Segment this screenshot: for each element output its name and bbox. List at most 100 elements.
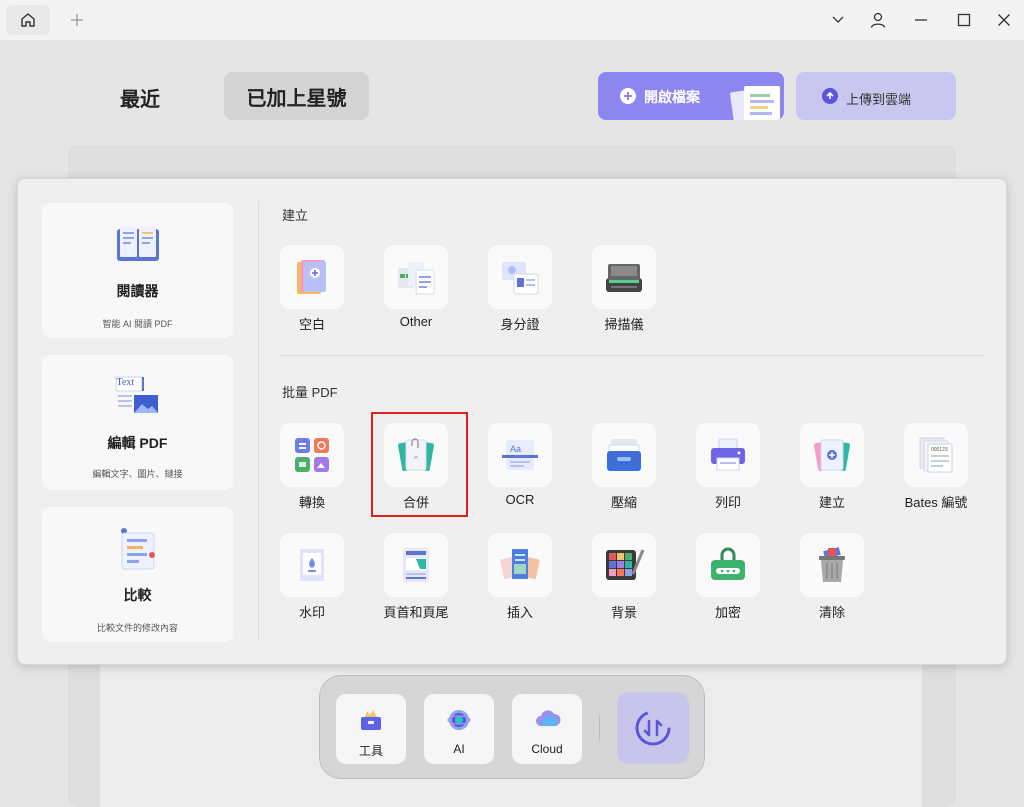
- batch-watermark-label: 水印: [298, 605, 325, 620]
- edit-pdf-card[interactable]: Text 編輯 PDF 編輯文字、圖片、鏈接: [42, 355, 233, 490]
- create-scanner-tool[interactable]: 掃描儀: [584, 245, 664, 335]
- create-scanner-label: 掃描儀: [604, 317, 644, 332]
- compare-card[interactable]: 比較 比較文件的修改內容: [42, 507, 233, 642]
- tool-box: [696, 533, 760, 597]
- multiple-documents-icon: [398, 262, 435, 295]
- create-other-label: Other: [399, 314, 433, 329]
- watermark-icon: [300, 549, 324, 581]
- svg-text:Aa: Aa: [510, 444, 521, 454]
- dock-ai-button[interactable]: AI: [424, 694, 494, 764]
- batch-convert-tool[interactable]: 轉換: [272, 423, 352, 513]
- home-tab[interactable]: [6, 5, 50, 35]
- trash-bin-icon: [819, 547, 845, 582]
- dock-divider: [599, 716, 600, 740]
- open-file-label: 開啟檔案: [644, 89, 700, 105]
- dock-ai-label: AI: [453, 742, 465, 756]
- reader-card-title: 閱讀器: [116, 283, 159, 299]
- tool-box: [488, 533, 552, 597]
- batch-ocr-tool[interactable]: Aa OCR: [480, 423, 560, 513]
- batch-header-footer-tool[interactable]: 頁首和頁尾: [376, 533, 456, 623]
- upload-icon: [822, 88, 838, 104]
- batch-ocr-label: OCR: [505, 492, 535, 507]
- maximize-icon: [957, 13, 971, 27]
- tab-starred[interactable]: 已加上星號: [224, 72, 369, 120]
- batch-background-tool[interactable]: 背景: [584, 533, 664, 623]
- upload-cloud-button[interactable]: 上傳到雲端: [796, 72, 956, 120]
- plus-icon: [71, 14, 83, 26]
- batch-convert-label: 轉換: [298, 495, 325, 510]
- insert-pages-icon: [500, 549, 540, 580]
- create-blank-tool[interactable]: 空白: [272, 245, 352, 335]
- maximize-button[interactable]: [951, 8, 977, 32]
- title-bar: [0, 0, 1024, 40]
- dock-tools-button[interactable]: 工具: [336, 694, 406, 764]
- batch-print-tool[interactable]: 列印: [688, 423, 768, 513]
- bottom-dock: 工具 AI Cloud: [319, 675, 705, 779]
- home-icon: [21, 13, 35, 27]
- close-button[interactable]: [991, 8, 1017, 32]
- dock-cloud-label: Cloud: [531, 742, 563, 756]
- create-blank-label: 空白: [298, 317, 325, 332]
- tab-recent[interactable]: 最近: [100, 76, 180, 118]
- horizontal-divider: [281, 355, 984, 356]
- reader-card-subtitle: 智能 AI 閱讀 PDF: [102, 319, 173, 329]
- tool-box: [800, 533, 864, 597]
- tools-popup: 閱讀器 智能 AI 閱讀 PDF Text 編輯 PDF 編輯文字、圖片、鏈接: [17, 178, 1007, 665]
- tool-box: [280, 533, 344, 597]
- batch-print-label: 列印: [714, 495, 741, 510]
- batch-encrypt-tool[interactable]: 加密: [688, 533, 768, 623]
- create-id-card-tool[interactable]: 身分證: [480, 245, 560, 335]
- dropdown-button[interactable]: [825, 8, 851, 32]
- vertical-divider: [258, 201, 259, 641]
- batch-create-tool[interactable]: 建立: [792, 423, 872, 513]
- toolbox-icon: [361, 710, 381, 730]
- tool-box: [384, 245, 448, 309]
- batch-compress-tool[interactable]: 壓縮: [584, 423, 664, 513]
- header-footer-icon: [403, 548, 429, 582]
- batch-compress-label: 壓縮: [610, 495, 637, 510]
- blank-page-icon: [297, 260, 326, 294]
- tool-box: 000123: [904, 423, 968, 487]
- tool-box: [384, 533, 448, 597]
- account-button[interactable]: [865, 8, 891, 32]
- reader-card[interactable]: 閱讀器 智能 AI 閱讀 PDF: [42, 203, 233, 338]
- edit-text-icon: Text: [114, 375, 162, 419]
- batch-section-label: 批量 PDF: [282, 385, 338, 400]
- lock-icon: [711, 547, 745, 580]
- new-tab-button[interactable]: [66, 8, 88, 32]
- tool-box: [280, 245, 344, 309]
- tool-box: [280, 423, 344, 487]
- compress-icon: [607, 439, 641, 471]
- batch-insert-tool[interactable]: 插入: [480, 533, 560, 623]
- batch-header-footer-label: 頁首和頁尾: [383, 605, 449, 620]
- book-icon: [116, 226, 159, 261]
- minimize-button[interactable]: [908, 8, 934, 32]
- compare-document-icon: [120, 528, 155, 570]
- edit-pdf-card-subtitle: 編輯文字、圖片、鏈接: [92, 469, 183, 479]
- open-file-button[interactable]: 開啟檔案: [598, 72, 784, 120]
- background-palette-icon: [606, 549, 645, 580]
- upload-cloud-label: 上傳到雲端: [846, 92, 912, 107]
- tool-box: Aa: [488, 423, 552, 487]
- batch-clear-label: 清除: [818, 605, 845, 620]
- bates-number-icon: 000123: [919, 437, 953, 473]
- create-other-tool[interactable]: Other: [376, 245, 456, 335]
- close-icon: [998, 14, 1010, 26]
- dock-tools-label: 工具: [358, 744, 383, 758]
- dock-main-button[interactable]: [617, 692, 689, 764]
- compare-card-subtitle: 比較文件的修改內容: [96, 623, 178, 633]
- batch-encrypt-label: 加密: [714, 605, 741, 620]
- ai-assistant-icon: [447, 710, 471, 730]
- batch-background-label: 背景: [610, 605, 637, 620]
- plus-circle-icon: [620, 88, 636, 104]
- tool-box: [592, 245, 656, 309]
- edit-pdf-card-title: 編輯 PDF: [107, 435, 168, 451]
- batch-clear-tool[interactable]: 清除: [792, 533, 872, 623]
- cloud-icon: [536, 710, 561, 726]
- printer-icon: [711, 438, 745, 471]
- tool-box: [592, 533, 656, 597]
- batch-watermark-tool[interactable]: 水印: [272, 533, 352, 623]
- ocr-icon: Aa: [502, 440, 538, 470]
- batch-bates-tool[interactable]: 000123 Bates 編號: [896, 423, 976, 513]
- dock-cloud-button[interactable]: Cloud: [512, 694, 582, 764]
